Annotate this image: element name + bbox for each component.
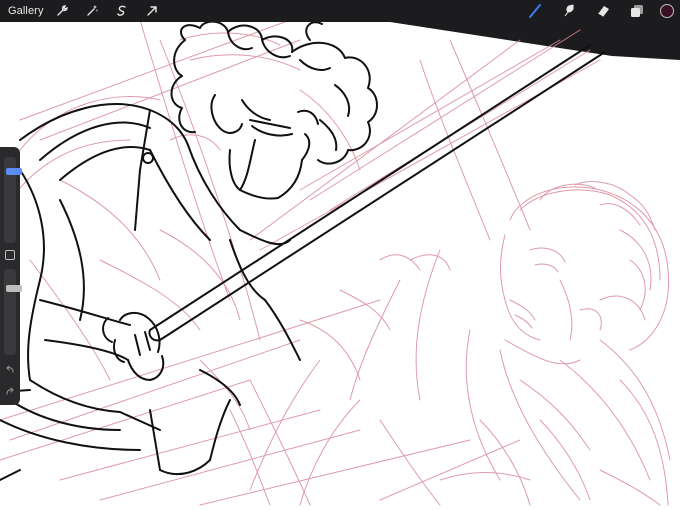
left-sidebar <box>0 147 22 405</box>
smudge-icon[interactable] <box>560 2 578 20</box>
brush-size-slider[interactable] <box>4 157 22 243</box>
color-swatch[interactable] <box>660 4 674 18</box>
eraser-icon[interactable] <box>594 2 612 20</box>
transform-arrow-icon[interactable] <box>144 3 160 19</box>
redo-icon[interactable] <box>4 385 16 397</box>
brush-opacity-slider[interactable] <box>4 269 22 355</box>
sketch-layer <box>0 19 671 506</box>
brush-icon[interactable] <box>526 2 544 20</box>
wrench-icon[interactable] <box>54 3 70 19</box>
magic-wand-icon[interactable] <box>84 3 100 19</box>
gallery-button[interactable]: Gallery <box>8 5 44 17</box>
modify-button[interactable] <box>5 250 15 260</box>
lineart-layer <box>0 20 606 481</box>
selection-icon[interactable] <box>114 3 130 19</box>
artwork <box>0 19 680 506</box>
brush-opacity-knob[interactable] <box>6 284 22 292</box>
right-tools <box>510 0 680 22</box>
brush-size-knob[interactable] <box>6 168 22 176</box>
layers-icon[interactable] <box>628 2 646 20</box>
undo-icon[interactable] <box>4 363 16 375</box>
top-toolbar: Gallery <box>0 0 680 22</box>
drawing-canvas[interactable] <box>0 0 680 510</box>
